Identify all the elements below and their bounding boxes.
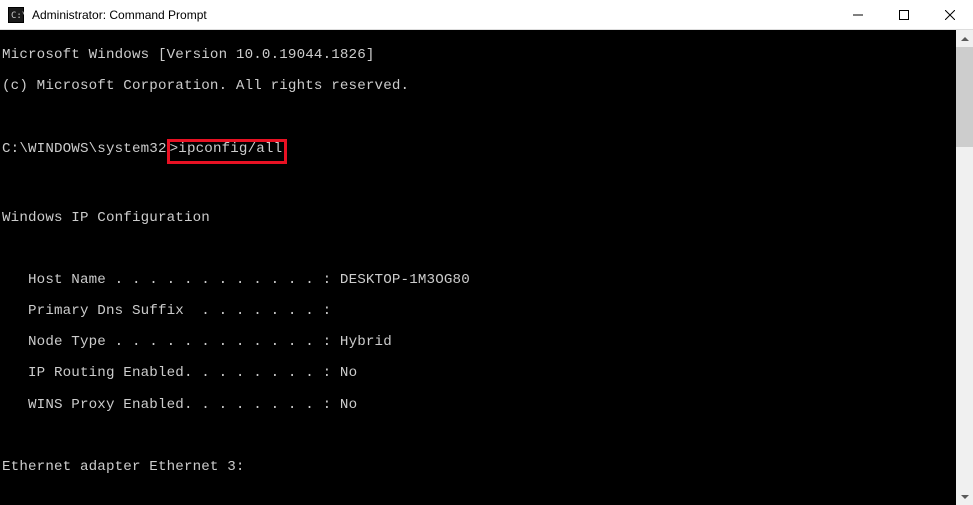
window-controls xyxy=(835,0,973,29)
section-header: Windows IP Configuration xyxy=(0,211,956,227)
minimize-button[interactable] xyxy=(835,0,881,29)
scroll-down-arrow[interactable] xyxy=(956,488,973,505)
terminal-output[interactable]: Microsoft Windows [Version 10.0.19044.18… xyxy=(0,30,956,505)
iprouting-value: No xyxy=(340,365,357,381)
prompt-line: C:\WINDOWS\system32>ipconfig/all xyxy=(0,141,956,164)
scroll-up-arrow[interactable] xyxy=(956,30,973,47)
output-line: (c) Microsoft Corporation. All rights re… xyxy=(0,79,956,95)
output-line: IP Routing Enabled. . . . . . . . : No xyxy=(0,366,956,382)
scroll-thumb[interactable] xyxy=(956,47,973,147)
output-line: Microsoft Windows [Version 10.0.19044.18… xyxy=(0,48,956,64)
output-line: Primary Dns Suffix . . . . . . . : xyxy=(0,304,956,320)
output-line: Node Type . . . . . . . . . . . . : Hybr… xyxy=(0,335,956,351)
output-line xyxy=(0,179,956,195)
maximize-button[interactable] xyxy=(881,0,927,29)
nodetype-value: Hybrid xyxy=(340,334,392,350)
command-highlight: >ipconfig/all xyxy=(167,139,288,164)
output-line xyxy=(0,429,956,445)
output-line xyxy=(0,491,956,505)
terminal-wrap: Microsoft Windows [Version 10.0.19044.18… xyxy=(0,30,973,505)
output-line: WINS Proxy Enabled. . . . . . . . : No xyxy=(0,398,956,414)
cmd-icon: C:\ xyxy=(8,7,24,23)
output-line: Host Name . . . . . . . . . . . . : DESK… xyxy=(0,273,956,289)
vertical-scrollbar[interactable] xyxy=(956,30,973,505)
output-line xyxy=(0,242,956,258)
winsproxy-value: No xyxy=(340,397,357,413)
section-header: Ethernet adapter Ethernet 3: xyxy=(0,460,956,476)
hostname-value: DESKTOP-1M3OG80 xyxy=(340,272,470,288)
titlebar[interactable]: C:\ Administrator: Command Prompt xyxy=(0,0,973,30)
output-line xyxy=(0,110,956,126)
prompt-path: C:\WINDOWS\system32 xyxy=(2,141,167,157)
window-title: Administrator: Command Prompt xyxy=(32,8,835,22)
command-text: >ipconfig/all xyxy=(170,141,283,157)
close-button[interactable] xyxy=(927,0,973,29)
svg-text:C:\: C:\ xyxy=(11,11,24,21)
